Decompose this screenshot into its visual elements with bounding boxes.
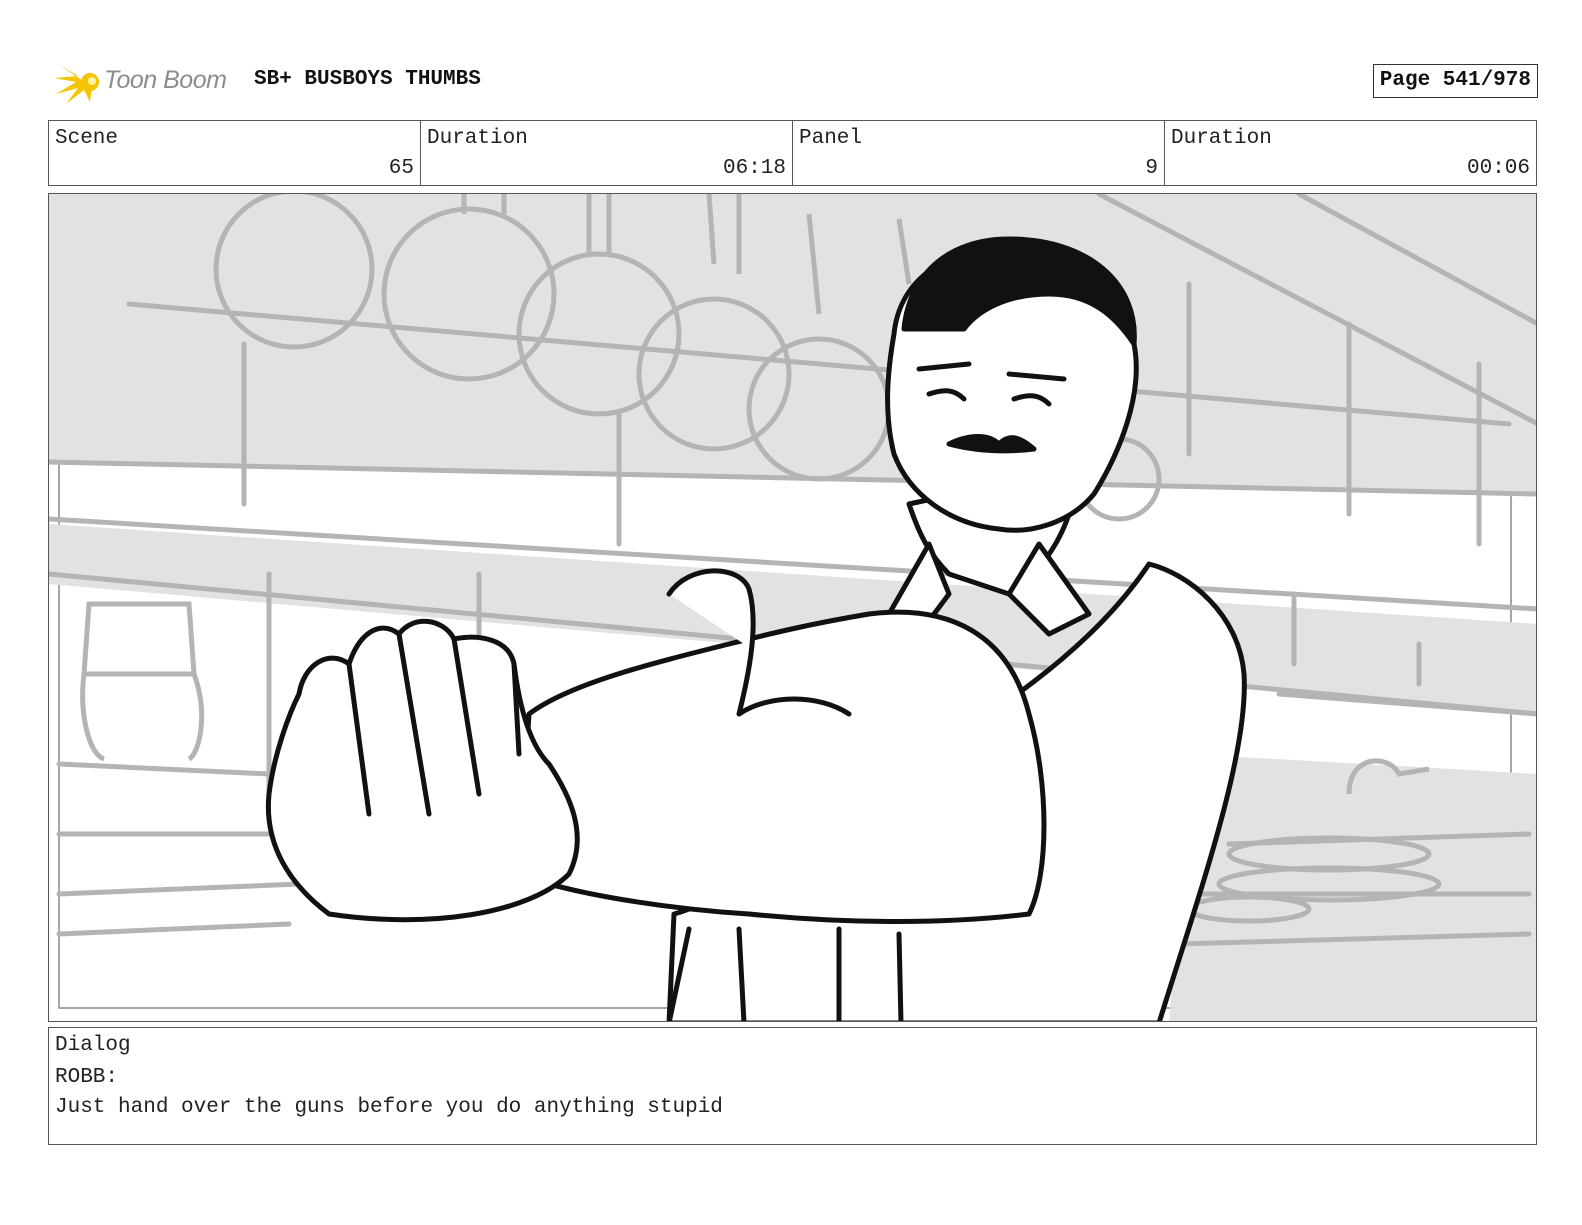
dialog-speaker: ROBB: bbox=[55, 1066, 119, 1089]
panel-drawing bbox=[49, 194, 1536, 1021]
toon-boom-logo: Toon Boom bbox=[52, 58, 238, 106]
logo-wordmark: Toon Boom bbox=[104, 66, 227, 94]
dialog-box: Dialog ROBB: Just hand over the guns bef… bbox=[48, 1027, 1537, 1145]
dialog-line: Just hand over the guns before you do an… bbox=[55, 1096, 723, 1119]
panel-duration-cell: Duration 00:06 bbox=[1165, 121, 1536, 185]
scene-duration-label: Duration bbox=[427, 127, 528, 150]
panel-duration-label: Duration bbox=[1171, 127, 1272, 150]
scene-duration-value: 06:18 bbox=[722, 157, 786, 180]
scene-duration-cell: Duration 06:18 bbox=[421, 121, 793, 185]
page-number: Page 541/978 bbox=[1372, 64, 1538, 98]
panel-label: Panel bbox=[799, 127, 863, 150]
starburst-icon bbox=[54, 64, 99, 104]
project-title: SB+ BUSBOYS THUMBS bbox=[254, 68, 481, 91]
panel-cell: Panel 9 bbox=[793, 121, 1165, 185]
panel-value: 9 bbox=[1145, 157, 1158, 180]
panel-duration-value: 00:06 bbox=[1466, 157, 1530, 180]
scene-label: Scene bbox=[55, 127, 119, 150]
dialog-label: Dialog bbox=[55, 1034, 131, 1057]
storyboard-header: Toon Boom SB+ BUSBOYS THUMBS Page 541/97… bbox=[52, 56, 1538, 108]
scene-info-row: Scene 65 Duration 06:18 Panel 9 Duration… bbox=[48, 120, 1537, 186]
storyboard-panel bbox=[48, 193, 1537, 1022]
scene-value: 65 bbox=[388, 157, 414, 180]
scene-cell: Scene 65 bbox=[49, 121, 421, 185]
